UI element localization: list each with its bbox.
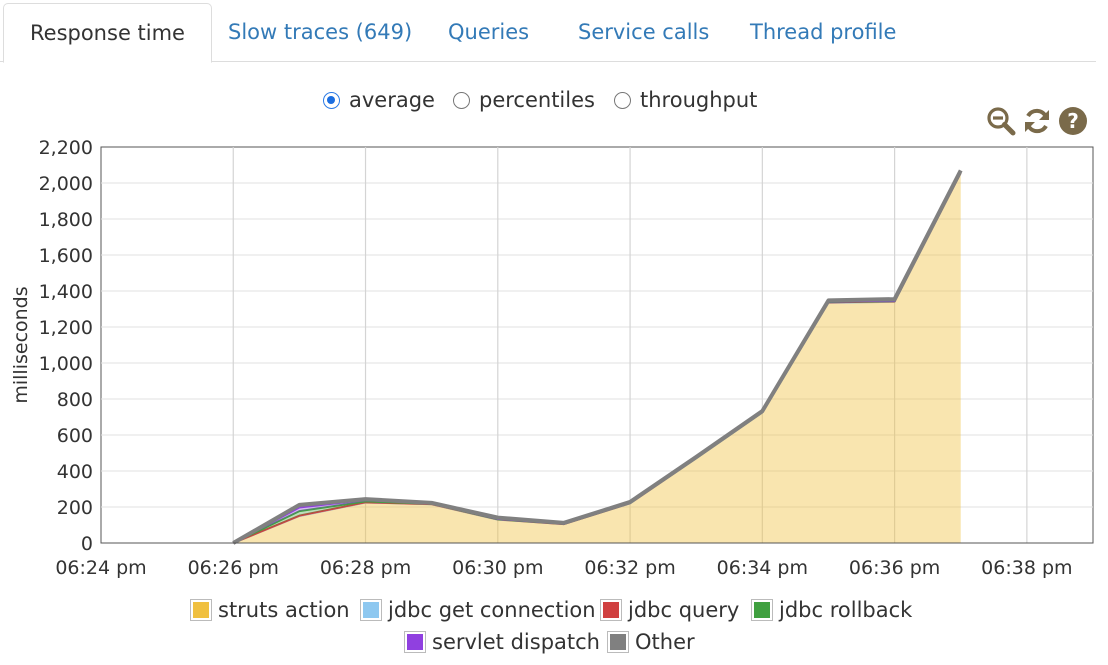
legend-swatch <box>607 631 629 653</box>
y-tick-label: 1,400 <box>39 281 93 303</box>
radio-throughput-indicator[interactable] <box>614 91 631 109</box>
y-tick-label: 2,000 <box>39 173 93 195</box>
x-tick-label: 06:26 pm <box>188 557 279 579</box>
radio-throughput-label: throughput <box>640 88 758 112</box>
radio-average-label: average <box>349 88 435 112</box>
y-tick-label: 0 <box>81 533 93 555</box>
response-time-chart: 0 200 400 600 800 1,000 1,200 1,400 1,600 1,800 2,… <box>10 137 1094 579</box>
x-tick-label: 06:28 pm <box>320 557 411 579</box>
legend-item-jdbc-get-connection[interactable]: jdbc get connection <box>360 598 596 622</box>
tab-queries[interactable]: Queries <box>448 3 529 61</box>
legend-swatch-color <box>610 634 626 650</box>
legend-label: jdbc get connection <box>388 598 596 622</box>
legend-swatch-color <box>363 602 379 618</box>
x-tick-label: 06:24 pm <box>55 557 146 579</box>
y-tick-label: 600 <box>57 425 93 447</box>
y-tick-label: 1,000 <box>39 353 93 375</box>
legend-label: Other <box>635 630 695 654</box>
x-tick-label: 06:34 pm <box>717 557 808 579</box>
tab-slow-traces[interactable]: Slow traces (649) <box>228 3 412 61</box>
tab-bar: Response time Slow traces (649) Queries … <box>0 0 1096 63</box>
y-tick-label: 2,200 <box>39 137 93 159</box>
radio-percentiles[interactable]: percentiles <box>453 88 595 112</box>
legend-item-struts-action[interactable]: struts action <box>190 598 350 622</box>
radio-average-indicator[interactable] <box>323 91 340 109</box>
legend-swatch <box>190 599 212 621</box>
y-tick-label: 200 <box>57 497 93 519</box>
legend-swatch-color <box>193 602 209 618</box>
radio-average[interactable]: average <box>323 88 435 112</box>
view-mode-options: average percentiles throughput <box>0 88 1108 118</box>
legend-swatch-color <box>407 634 423 650</box>
y-tick-label: 1,600 <box>39 245 93 267</box>
x-tick-label: 06:30 pm <box>452 557 543 579</box>
radio-throughput[interactable]: throughput <box>614 88 757 112</box>
y-tick-label: 1,200 <box>39 317 93 339</box>
legend-label: jdbc rollback <box>779 598 913 622</box>
y-tick-label: 800 <box>57 389 93 411</box>
legend-item-jdbc-query[interactable]: jdbc query <box>600 598 739 622</box>
tab-response-time[interactable]: Response time <box>3 3 212 63</box>
legend-label: servlet dispatch <box>432 630 600 654</box>
x-tick-label: 06:36 pm <box>849 557 940 579</box>
legend-item-servlet-dispatch[interactable]: servlet dispatch <box>404 630 600 654</box>
legend-swatch <box>600 599 622 621</box>
legend-swatch-color <box>754 602 770 618</box>
legend-label: struts action <box>218 598 350 622</box>
y-tick-label: 1,800 <box>39 209 93 231</box>
legend-item-other[interactable]: Other <box>607 630 695 654</box>
y-tick-label: 400 <box>57 461 93 483</box>
legend-swatch <box>404 631 426 653</box>
legend-swatch <box>751 599 773 621</box>
x-tick-label: 06:32 pm <box>584 557 675 579</box>
radio-percentiles-label: percentiles <box>479 88 595 112</box>
legend-label: jdbc query <box>628 598 740 622</box>
legend-swatch <box>360 599 382 621</box>
legend-swatch-color <box>603 602 619 618</box>
y-axis-label: milliseconds <box>10 286 32 403</box>
x-tick-label: 06:38 pm <box>981 557 1072 579</box>
legend-item-jdbc-rollback[interactable]: jdbc rollback <box>751 598 912 622</box>
tab-thread-profile[interactable]: Thread profile <box>750 3 896 61</box>
tab-service-calls[interactable]: Service calls <box>578 3 709 61</box>
radio-percentiles-indicator[interactable] <box>453 91 470 109</box>
